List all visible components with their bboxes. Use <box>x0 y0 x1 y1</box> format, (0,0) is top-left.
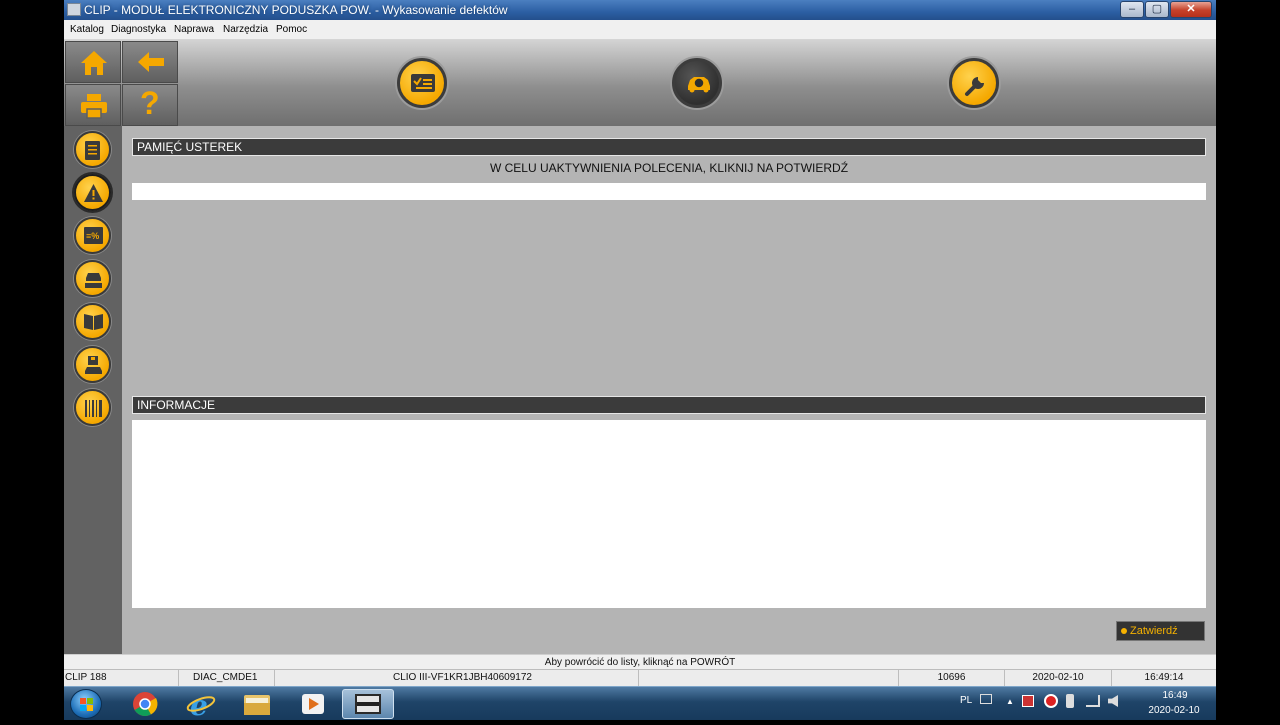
clock-time[interactable]: 16:49 <box>1146 690 1204 701</box>
printer-icon <box>81 94 107 119</box>
taskbar-clip[interactable] <box>342 689 394 719</box>
home-button[interactable] <box>65 41 121 83</box>
hint-bar: Aby powrócić do listy, kliknąć na POWRÓT <box>64 654 1216 669</box>
back-button[interactable] <box>122 41 178 83</box>
action-center-flag-icon[interactable] <box>1022 695 1034 707</box>
clip-window: CLIP - MODUŁ ELEKTRONICZNY PODUSZKA POW.… <box>64 0 1216 686</box>
taskbar-media-player[interactable] <box>288 689 338 719</box>
taskbar-chrome[interactable] <box>120 689 170 719</box>
vehicle-search-button[interactable] <box>672 58 722 108</box>
status-empty <box>639 670 899 686</box>
floppy-car-icon <box>85 356 102 374</box>
status-date: 2020-02-10 <box>1005 670 1112 686</box>
maximize-button[interactable]: ▢ <box>1145 1 1169 18</box>
system-tray: PL ▲ 16:49 2020-02-10 <box>956 687 1212 721</box>
internet-explorer-icon: e <box>186 689 216 722</box>
title-bar[interactable]: CLIP - MODUŁ ELEKTRONICZNY PODUSZKA POW.… <box>64 0 1216 20</box>
wrench-button[interactable] <box>949 58 999 108</box>
app-icon <box>67 3 81 16</box>
sidebar-faults-button[interactable] <box>74 174 111 211</box>
status-bar: CLIP 188 DIAC_CMDE1 CLIO III-VF1KR1JBH40… <box>64 669 1216 686</box>
menu-narzedzia[interactable]: Narzędzia <box>223 24 268 35</box>
fault-memory-header: PAMIĘĆ USTEREK <box>132 138 1206 156</box>
taskbar-internet-explorer[interactable]: e <box>176 689 226 722</box>
car-panel-icon <box>85 273 102 288</box>
status-vehicle: CLIO III-VF1KR1JBH40609172 <box>275 670 639 686</box>
parameters-percent-icon: ≡% <box>84 227 103 244</box>
sidebar-save-button[interactable] <box>74 346 111 383</box>
sidebar-identification-button[interactable] <box>74 131 111 168</box>
start-button[interactable] <box>70 689 102 719</box>
barcode-icon <box>85 400 102 417</box>
tray-expand-icon[interactable]: ▲ <box>1006 697 1014 706</box>
document-icon <box>85 141 100 160</box>
sidebar-manual-button[interactable] <box>74 303 111 340</box>
status-app: CLIP 188 <box>64 670 179 686</box>
fault-memory-list[interactable] <box>132 183 1206 200</box>
menu-bar: Katalog Diagnostyka Naprawa Narzędzia Po… <box>64 20 1216 40</box>
information-box <box>132 420 1206 608</box>
status-module: DIAC_CMDE1 <box>179 670 275 686</box>
screen: CLIP - MODUŁ ELEKTRONICZNY PODUSZKA POW.… <box>0 0 1280 722</box>
svg-text:≡%: ≡% <box>86 231 99 241</box>
menu-pomoc[interactable]: Pomoc <box>276 24 307 35</box>
fault-memory-instruction: W CELU UAKTYWNIENIA POLECENIA, KLIKNIJ N… <box>489 161 849 175</box>
folder-icon <box>244 695 270 715</box>
menu-naprawa[interactable]: Naprawa <box>174 24 214 35</box>
print-button[interactable] <box>65 84 121 126</box>
volume-icon[interactable] <box>1108 695 1118 707</box>
sidebar-vehicle-status-button[interactable] <box>74 260 111 297</box>
sidebar-barcode-button[interactable] <box>74 389 111 426</box>
clock-date[interactable]: 2020-02-10 <box>1136 705 1212 716</box>
wrench-icon <box>965 77 984 96</box>
close-button[interactable]: ✕ <box>1170 1 1212 18</box>
toolbar: ? <box>64 40 1216 126</box>
warning-icon <box>84 184 103 202</box>
minimize-button[interactable]: – <box>1120 1 1144 18</box>
checklist-icon <box>411 74 435 92</box>
svg-text:e: e <box>190 689 208 719</box>
taskbar: e PL ▲ 16:49 2020-02-10 <box>64 686 1216 722</box>
media-player-icon <box>302 694 324 714</box>
keyboard-icon[interactable] <box>980 694 992 704</box>
window-title: CLIP - MODUŁ ELEKTRONICZNY PODUSZKA POW.… <box>84 3 508 17</box>
status-code: 10696 <box>899 670 1005 686</box>
clip-app-icon <box>355 694 381 714</box>
network-icon[interactable] <box>1086 695 1100 707</box>
left-sidebar: ≡% <box>64 126 122 654</box>
confirm-bullet-icon <box>1121 628 1127 634</box>
menu-diagnostyka[interactable]: Diagnostyka <box>111 24 166 35</box>
confirm-label: Zatwierdź <box>1130 625 1178 637</box>
language-indicator[interactable]: PL <box>960 695 972 706</box>
windows-logo-icon <box>80 698 93 711</box>
help-button[interactable]: ? <box>122 84 178 126</box>
question-mark-icon: ? <box>140 85 160 121</box>
sidebar-parameters-button[interactable]: ≡% <box>74 217 111 254</box>
information-header: INFORMACJE <box>132 396 1206 414</box>
confirm-button[interactable]: Zatwierdź <box>1116 621 1205 641</box>
car-magnifier-icon <box>688 77 710 93</box>
home-icon <box>81 51 107 75</box>
record-icon[interactable] <box>1044 694 1058 708</box>
battery-icon[interactable] <box>1066 694 1074 708</box>
menu-katalog[interactable]: Katalog <box>70 24 104 35</box>
book-icon <box>84 314 103 330</box>
arrow-left-icon <box>138 52 164 72</box>
checklist-button[interactable] <box>397 58 447 108</box>
main-panel: PAMIĘĆ USTEREK W CELU UAKTYWNIENIA POLEC… <box>122 126 1216 654</box>
status-time: 16:49:14 <box>1144 672 1184 683</box>
taskbar-explorer[interactable] <box>232 689 282 719</box>
chrome-icon <box>133 692 158 717</box>
